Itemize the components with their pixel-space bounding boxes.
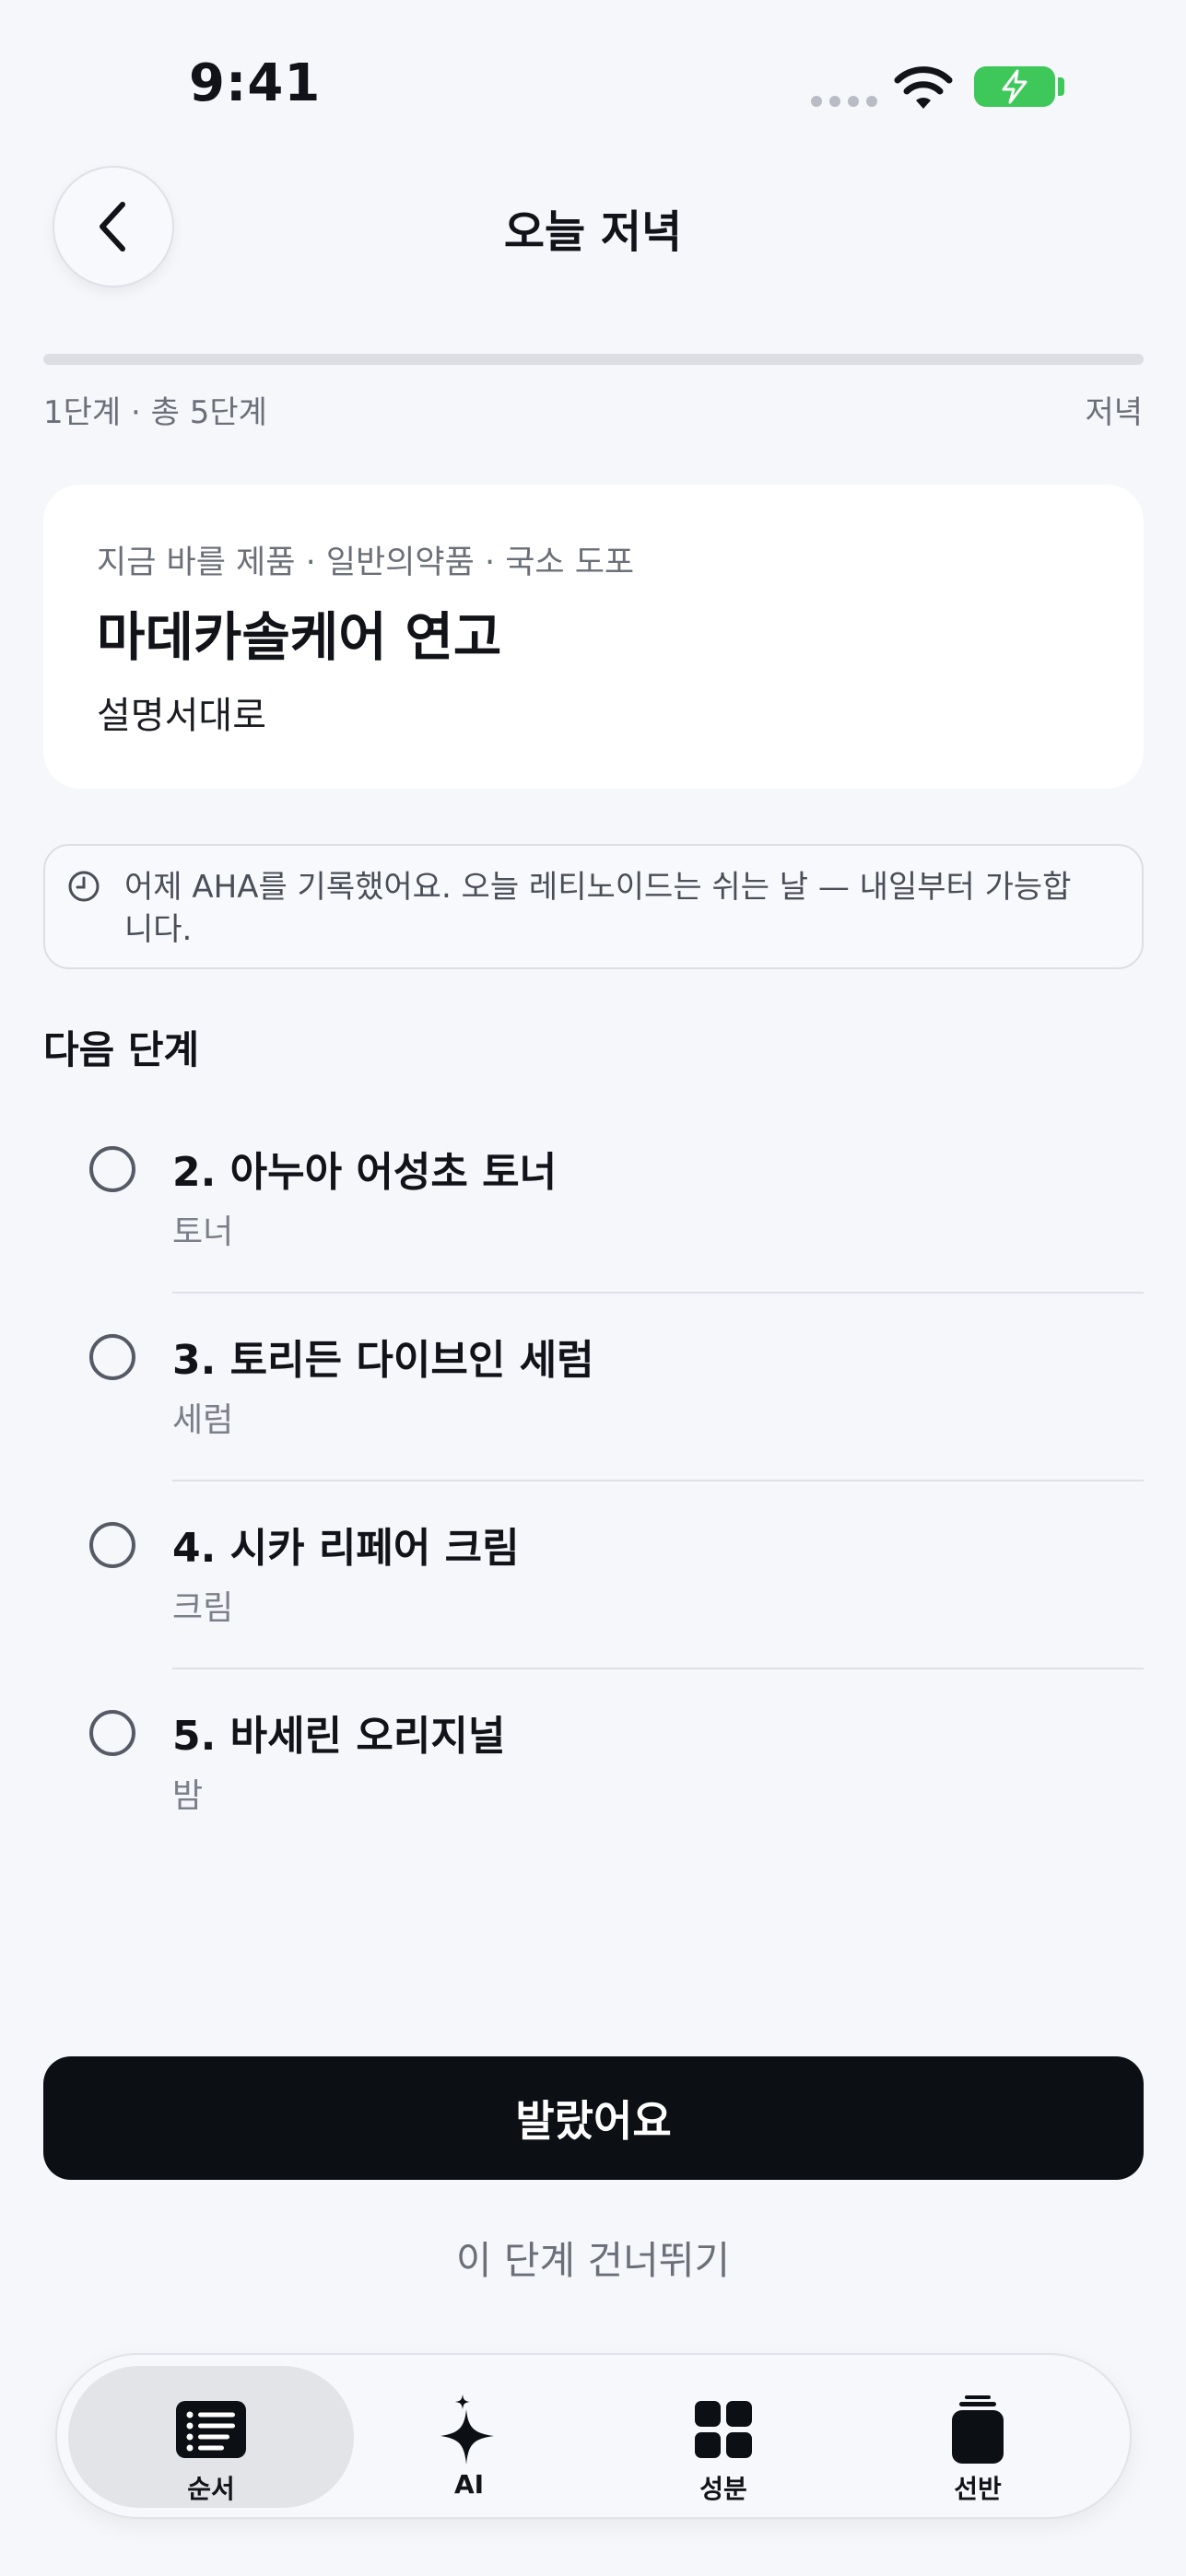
clock-icon bbox=[68, 871, 100, 902]
tab-shelf[interactable]: 선반 bbox=[835, 2366, 1121, 2508]
step-type: 밤 bbox=[172, 1777, 204, 1815]
progress-bar bbox=[43, 354, 1144, 365]
wifi-icon bbox=[894, 66, 953, 109]
screen: 9:41 오늘 저녁 1단계 · 총 5단계 저녁 지금 바를 제품 · 일반의… bbox=[0, 0, 1186, 2576]
list-item[interactable]: 4. 시카 리페어 크림 크림 bbox=[43, 1481, 1144, 1669]
tab-label: 순서 bbox=[187, 2474, 235, 2504]
phase-label: 저녁 bbox=[1085, 394, 1143, 431]
jar-icon bbox=[952, 2395, 1004, 2464]
grid-icon bbox=[695, 2401, 752, 2458]
sparkle-icon bbox=[440, 2395, 494, 2465]
current-step-meta: 지금 바를 제품 · 일반의약품 · 국소 도포 bbox=[97, 544, 635, 581]
signal-icon bbox=[811, 96, 877, 107]
step-name: 2. 아누아 어성초 토너 bbox=[172, 1149, 558, 1196]
radio-circle-icon[interactable] bbox=[89, 1710, 135, 1756]
tab-bar: 순서 AI 성분 선반 bbox=[55, 2353, 1132, 2519]
radio-circle-icon[interactable] bbox=[89, 1146, 135, 1192]
battery-nub bbox=[1058, 77, 1064, 96]
step-counter: 1단계 · 총 5단계 bbox=[43, 394, 267, 431]
step-type: 세럼 bbox=[172, 1401, 234, 1439]
current-step-instruction: 설명서대로 bbox=[97, 695, 266, 737]
tab-label: AI bbox=[453, 2469, 485, 2500]
step-name: 5. 바세린 오리지널 bbox=[172, 1713, 506, 1760]
retinoid-notice: 어제 AHA를 기록했어요. 오늘 레티노이드는 쉬는 날 — 내일부터 가능합… bbox=[43, 844, 1144, 969]
next-steps-title: 다음 단계 bbox=[43, 1027, 200, 1072]
list-icon bbox=[176, 2401, 246, 2458]
step-type: 토너 bbox=[172, 1213, 234, 1251]
tab-order[interactable]: 순서 bbox=[68, 2366, 354, 2508]
tab-ai[interactable]: AI bbox=[326, 2366, 612, 2508]
step-name: 3. 토리든 다이브인 세럼 bbox=[172, 1337, 594, 1384]
list-item[interactable]: 3. 토리든 다이브인 세럼 세럼 bbox=[43, 1294, 1144, 1481]
radio-circle-icon[interactable] bbox=[89, 1334, 135, 1380]
tab-label: 성분 bbox=[699, 2474, 747, 2504]
list-item[interactable]: 5. 바세린 오리지널 밤 bbox=[43, 1669, 1144, 1857]
list-item[interactable]: 2. 아누아 어성초 토너 토너 bbox=[43, 1106, 1144, 1294]
tab-ingredients[interactable]: 성분 bbox=[581, 2366, 866, 2508]
battery-icon bbox=[974, 66, 1055, 107]
radio-circle-icon[interactable] bbox=[89, 1522, 135, 1568]
current-step-card: 지금 바를 제품 · 일반의약품 · 국소 도포 마데카솔케어 연고 설명서대로 bbox=[43, 485, 1144, 789]
notice-text: 어제 AHA를 기록했어요. 오늘 레티노이드는 쉬는 날 — 내일부터 가능합… bbox=[124, 869, 1072, 948]
tab-label: 선반 bbox=[954, 2474, 1002, 2504]
status-time: 9:41 bbox=[189, 53, 322, 113]
page-title: 오늘 저녁 bbox=[503, 206, 683, 258]
current-product-name: 마데카솔케어 연고 bbox=[97, 607, 502, 668]
step-name: 4. 시카 리페어 크림 bbox=[172, 1525, 520, 1572]
skip-step-link[interactable]: 이 단계 건너뛰기 bbox=[0, 2230, 1186, 2286]
step-type: 크림 bbox=[172, 1589, 234, 1627]
applied-button[interactable]: 발랐어요 bbox=[43, 2056, 1144, 2180]
